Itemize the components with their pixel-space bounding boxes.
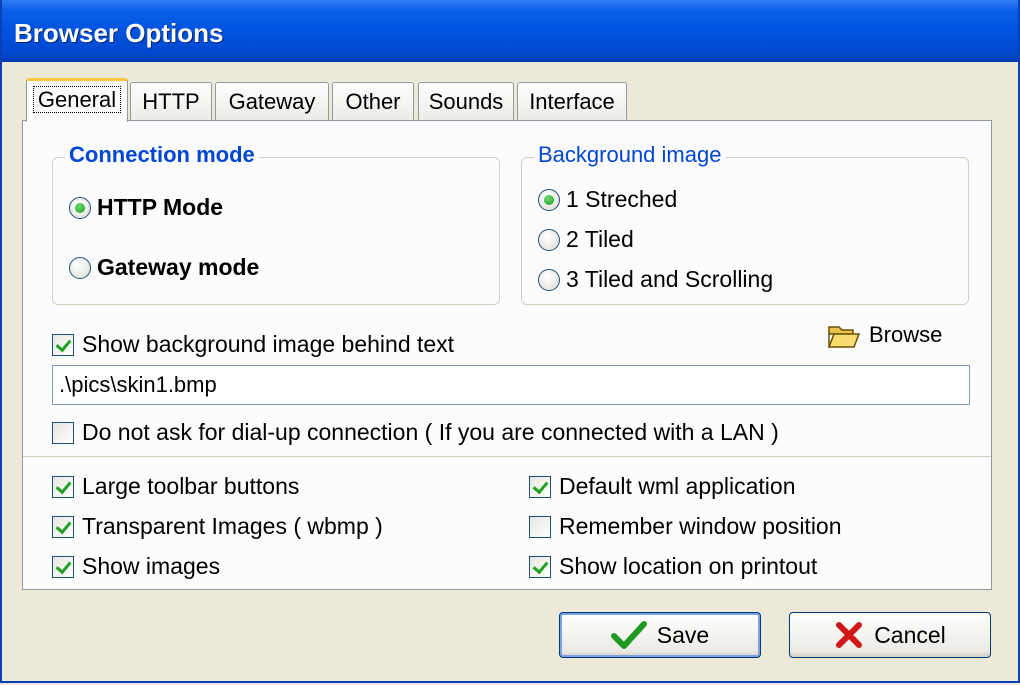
title-bar[interactable]: Browser Options	[2, 0, 1018, 62]
cross-icon	[836, 622, 863, 648]
radio-empty-icon	[538, 228, 560, 251]
tab-general[interactable]: General	[26, 78, 128, 122]
cancel-label: Cancel	[874, 621, 946, 648]
radio-label: 1 Streched	[566, 186, 678, 212]
radio-gateway-mode[interactable]: Gateway mode	[69, 254, 259, 281]
checkbox-checked-icon	[52, 333, 74, 356]
checkbox-label: Remember window position	[559, 513, 842, 539]
background-image-group: Background image 1 Streched 2 Tiled 3 Ti…	[521, 142, 969, 305]
tab-label: Gateway	[228, 89, 316, 114]
checkbox-label: Show images	[82, 553, 221, 579]
checkbox-label: Show location on printout	[559, 553, 818, 579]
browse-button[interactable]: Browse	[827, 321, 942, 349]
radio-http-mode[interactable]: HTTP Mode	[69, 194, 223, 221]
section-divider	[23, 456, 991, 457]
connection-mode-legend: Connection mode	[65, 142, 259, 168]
show-images-checkbox[interactable]: Show images	[52, 553, 220, 580]
save-label: Save	[656, 621, 710, 648]
browser-options-window: Browser Options General HTTP Gateway Oth…	[0, 0, 1020, 683]
connection-mode-group: Connection mode HTTP Mode Gateway mode	[52, 142, 500, 305]
radio-label: HTTP Mode	[97, 194, 224, 220]
radio-selected-icon	[538, 188, 560, 211]
tab-label: Other	[345, 89, 401, 114]
cancel-button[interactable]: Cancel	[789, 612, 991, 658]
radio-tiled-scrolling[interactable]: 3 Tiled and Scrolling	[538, 266, 773, 293]
background-path-input[interactable]: .\pics\skin1.bmp	[52, 365, 970, 405]
checkbox-checked-icon	[529, 555, 551, 578]
tab-gateway[interactable]: Gateway	[215, 82, 329, 120]
tab-label: HTTP	[142, 89, 200, 114]
folder-open-icon	[827, 326, 861, 348]
checkbox-empty-icon	[52, 421, 74, 444]
show-background-checkbox[interactable]: Show background image behind text	[52, 331, 454, 358]
radio-selected-icon	[69, 196, 91, 219]
checkbox-label: Default wml application	[559, 473, 796, 499]
radio-streched[interactable]: 1 Streched	[538, 186, 677, 213]
checkbox-empty-icon	[529, 515, 551, 538]
tab-sounds[interactable]: Sounds	[418, 82, 514, 120]
radio-empty-icon	[69, 256, 91, 279]
radio-label: 3 Tiled and Scrolling	[566, 266, 774, 292]
checkbox-checked-icon	[52, 515, 74, 538]
remember-window-checkbox[interactable]: Remember window position	[529, 513, 842, 540]
default-wml-checkbox[interactable]: Default wml application	[529, 473, 796, 500]
checkbox-label: Show background image behind text	[82, 331, 455, 357]
checkbox-label: Do not ask for dial-up connection ( If y…	[82, 419, 779, 445]
checkmark-icon	[610, 621, 647, 649]
large-toolbar-checkbox[interactable]: Large toolbar buttons	[52, 473, 299, 500]
general-tab-panel: Connection mode HTTP Mode Gateway mode B…	[22, 120, 992, 590]
browse-label: Browse	[869, 322, 943, 347]
dialup-checkbox[interactable]: Do not ask for dial-up connection ( If y…	[52, 419, 779, 446]
checkbox-checked-icon	[529, 475, 551, 498]
tab-http[interactable]: HTTP	[130, 82, 212, 120]
show-location-checkbox[interactable]: Show location on printout	[529, 553, 817, 580]
radio-label: Gateway mode	[97, 254, 260, 280]
background-image-legend: Background image	[534, 142, 726, 168]
window-title: Browser Options	[14, 18, 224, 48]
checkbox-label: Large toolbar buttons	[82, 473, 300, 499]
radio-tiled[interactable]: 2 Tiled	[538, 226, 634, 253]
radio-empty-icon	[538, 268, 560, 291]
checkbox-checked-icon	[52, 555, 74, 578]
tab-interface[interactable]: Interface	[517, 82, 627, 120]
tab-label: General	[32, 86, 122, 113]
tab-other[interactable]: Other	[332, 82, 414, 120]
checkbox-checked-icon	[52, 475, 74, 498]
save-button[interactable]: Save	[559, 612, 761, 658]
checkbox-label: Transparent Images ( wbmp )	[82, 513, 383, 539]
transparent-images-checkbox[interactable]: Transparent Images ( wbmp )	[52, 513, 383, 540]
tab-label: Interface	[529, 89, 615, 114]
tab-label: Sounds	[428, 89, 504, 114]
radio-label: 2 Tiled	[566, 226, 634, 252]
